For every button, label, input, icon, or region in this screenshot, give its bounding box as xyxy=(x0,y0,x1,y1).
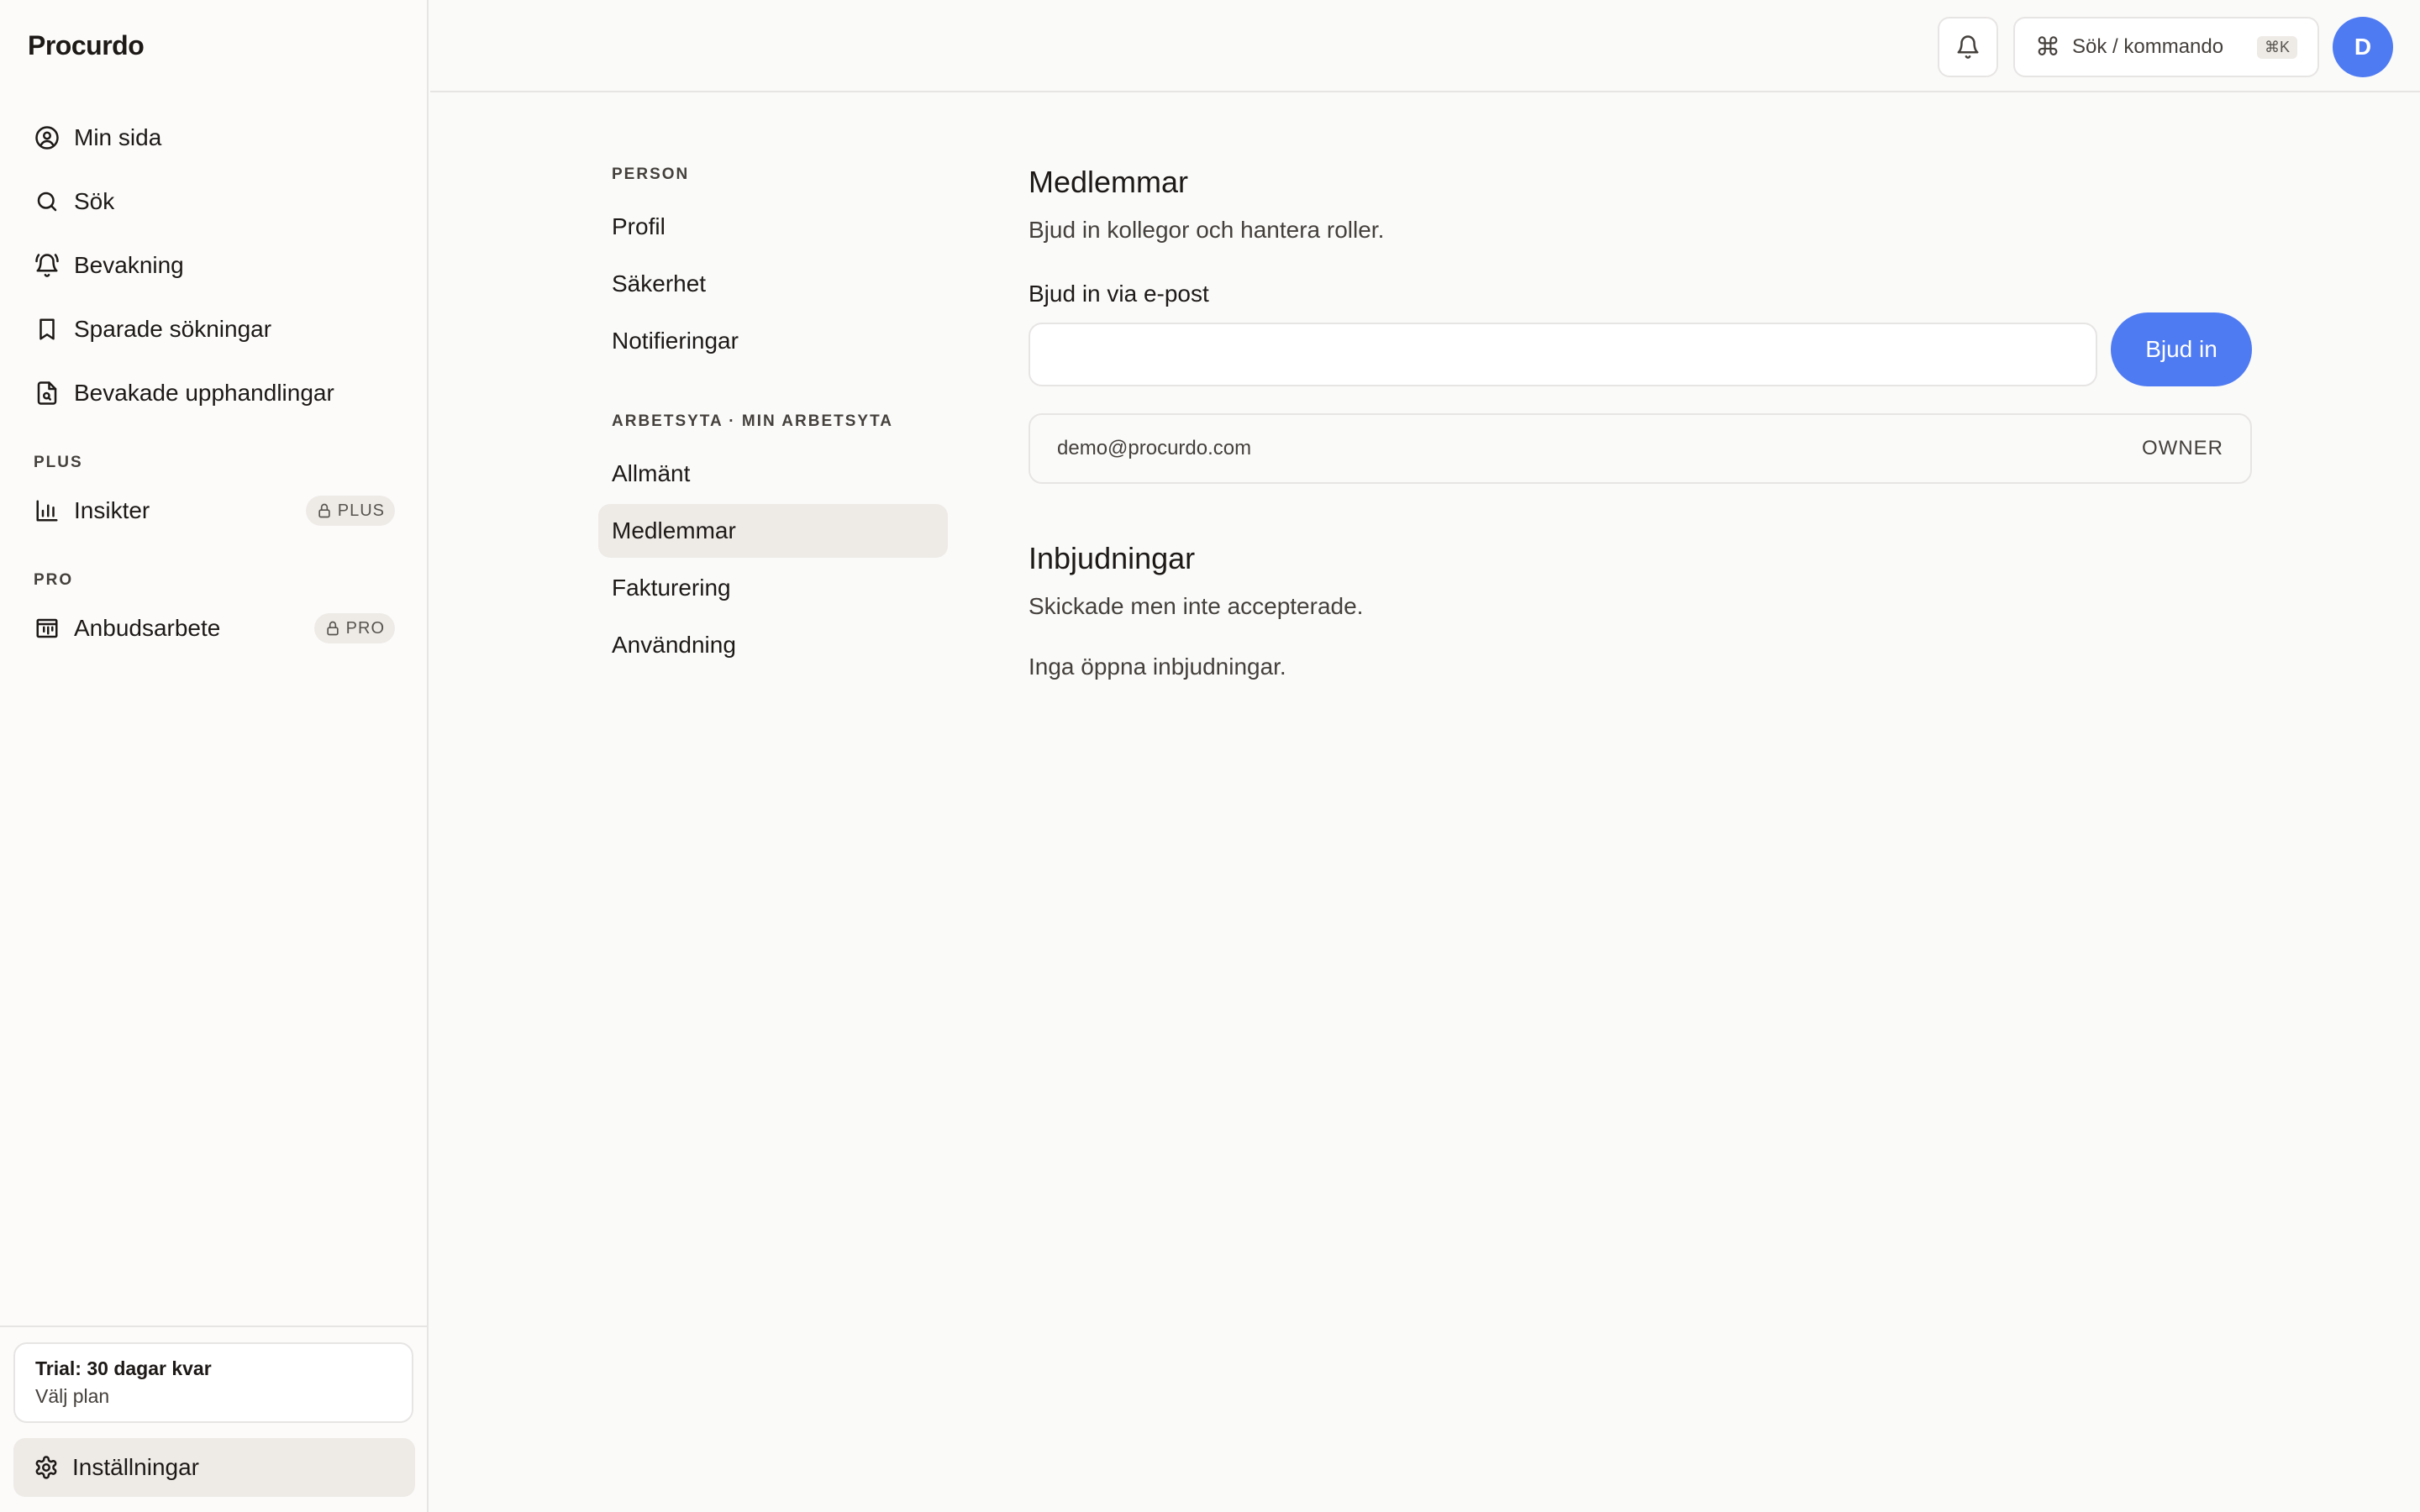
section-label-plus: PLUS xyxy=(34,454,83,471)
members-description: Bjud in kollegor och hantera roller. xyxy=(1028,217,1385,243)
trial-card[interactable]: Trial: 30 dagar kvar Välj plan xyxy=(13,1342,413,1423)
lock-icon xyxy=(326,621,339,636)
invite-email-label: Bjud in via e-post xyxy=(1028,281,1209,307)
sidebar-item-label: Min sida xyxy=(74,124,162,150)
sidebar-item-insikter[interactable]: Insikter PLUS xyxy=(34,486,395,536)
sidebar-item-sparade-sokningar[interactable]: Sparade sökningar xyxy=(34,304,395,354)
subnav-item-sakerhet[interactable]: Säkerhet xyxy=(598,257,948,311)
invitations-title: Inbjudningar xyxy=(1028,541,1196,575)
subnav-item-allmant[interactable]: Allmänt xyxy=(598,447,948,501)
sidebar-footer-divider xyxy=(0,1326,427,1327)
members-title: Medlemmar xyxy=(1028,165,1189,199)
sidebar-item-label: Sök xyxy=(74,188,115,214)
choose-plan-link[interactable]: Välj plan xyxy=(35,1385,392,1408)
subnav-section-person: PERSON xyxy=(612,165,690,183)
sidebar-item-label: Anbudsarbete xyxy=(74,615,221,641)
subnav-item-fakturering[interactable]: Fakturering xyxy=(598,561,948,615)
invite-button[interactable]: Bjud in xyxy=(2111,312,2252,386)
section-label-pro: PRO xyxy=(34,571,74,589)
notifications-button[interactable] xyxy=(1938,17,1998,77)
subnav-section-workspace: ARBETSYTA · MIN ARBETSYTA xyxy=(612,412,893,430)
bell-ring-icon xyxy=(34,252,60,279)
user-circle-icon xyxy=(34,124,60,151)
sidebar-item-sok[interactable]: Sök xyxy=(34,176,395,227)
pro-badge-label: PRO xyxy=(345,618,385,638)
command-icon: ⌘ xyxy=(2035,33,2060,61)
pro-badge: PRO xyxy=(313,613,395,643)
sidebar-item-label: Bevakade upphandlingar xyxy=(74,380,334,406)
avatar[interactable]: D xyxy=(2333,17,2393,77)
invitations-description: Skickade men inte accepterade. xyxy=(1028,593,1364,619)
gear-icon xyxy=(35,1456,57,1479)
bar-chart-icon xyxy=(34,497,60,524)
sidebar-item-label: Insikter xyxy=(74,497,150,523)
sidebar: Procurdo Min sida Sök Bevakning Sparade … xyxy=(0,0,429,1512)
member-row: demo@procurdo.com OWNER xyxy=(1028,413,2252,484)
plus-badge: PLUS xyxy=(305,496,395,526)
command-label: Sök / kommando xyxy=(2072,35,2224,58)
search-icon xyxy=(34,188,60,215)
member-email: demo@procurdo.com xyxy=(1057,437,1252,459)
member-role: OWNER xyxy=(2142,437,2223,459)
sidebar-item-bevakning[interactable]: Bevakning xyxy=(34,240,395,291)
sidebar-item-bevakade-upphandlingar[interactable]: Bevakade upphandlingar xyxy=(34,368,395,418)
file-search-icon xyxy=(34,380,60,407)
plus-badge-label: PLUS xyxy=(337,501,385,520)
sidebar-item-min-sida[interactable]: Min sida xyxy=(34,113,395,163)
kanban-icon xyxy=(34,615,60,642)
invitations-empty-state: Inga öppna inbjudningar. xyxy=(1028,654,1286,680)
subnav-item-anvandning[interactable]: Användning xyxy=(598,618,948,672)
settings-label: Inställningar xyxy=(72,1454,199,1480)
lock-icon xyxy=(318,503,330,518)
brand-logo[interactable]: Procurdo xyxy=(28,30,145,61)
sidebar-item-label: Bevakning xyxy=(74,252,184,278)
bookmark-icon xyxy=(34,316,60,343)
trial-status: Trial: 30 dagar kvar xyxy=(35,1357,212,1379)
invite-email-input[interactable] xyxy=(1028,323,2097,386)
subnav-item-notifieringar[interactable]: Notifieringar xyxy=(598,314,948,368)
command-search-button[interactable]: ⌘ Sök / kommando ⌘K xyxy=(2013,17,2319,77)
shortcut-hint: ⌘K xyxy=(2256,35,2297,59)
subnav-item-profil[interactable]: Profil xyxy=(598,200,948,254)
sidebar-item-anbudsarbete[interactable]: Anbudsarbete PRO xyxy=(34,603,395,654)
subnav-item-medlemmar[interactable]: Medlemmar xyxy=(598,504,948,558)
bell-icon xyxy=(1957,35,1979,59)
sidebar-item-installningar[interactable]: Inställningar xyxy=(13,1438,415,1497)
sidebar-item-label: Sparade sökningar xyxy=(74,316,272,342)
